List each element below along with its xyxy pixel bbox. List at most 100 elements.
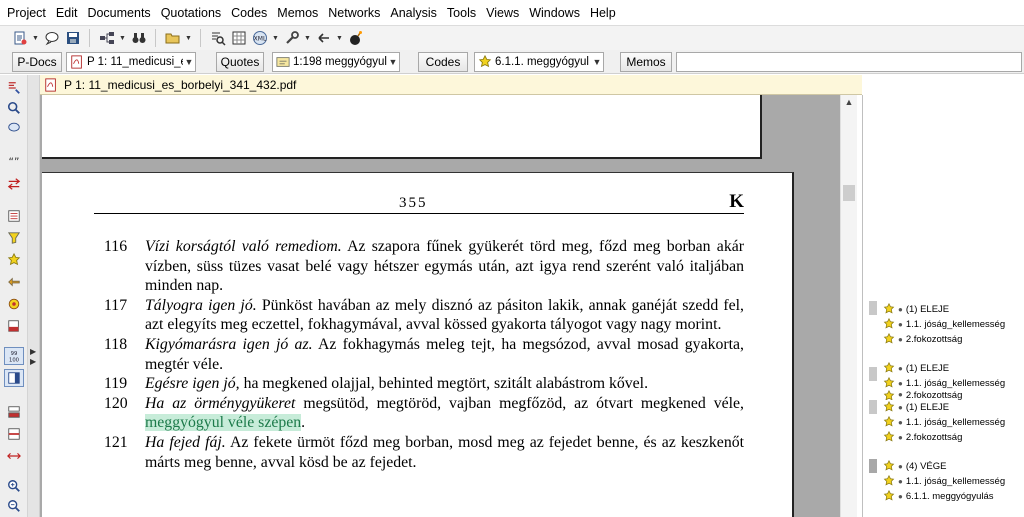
quotation-bracket[interactable] [869,400,877,414]
quotation-bracket[interactable] [869,459,877,473]
quotation-bracket[interactable] [869,367,877,381]
memo-dot-icon: ● [898,334,903,344]
margin-code[interactable]: ● (4) VÉGE [883,459,947,473]
comment-icon[interactable] [4,119,24,137]
code-list-icon[interactable] [4,207,24,225]
pdoc-selector[interactable]: P 1: 11_medicusi_e ▼ [66,52,196,72]
spread-icon[interactable] [4,447,24,465]
margin-area[interactable]: ● (1) ELEJE ● 1.1. jóság_kellemesség ● 2.fo… [862,95,1024,517]
margin-code-label: 2.fokozottság [905,333,963,345]
zoom-out-icon[interactable] [4,497,24,515]
layout-icon[interactable] [4,425,24,443]
arrows-icon[interactable] [4,175,24,193]
code-by-list-icon[interactable] [4,251,24,269]
menu-memos[interactable]: Memos [272,0,323,26]
line-numbers-icon[interactable]: 99 100 [4,347,24,365]
codes-button[interactable]: Codes [418,52,468,72]
back-arrow-icon[interactable] [314,29,333,48]
chevron-down-icon[interactable]: ▼ [184,29,193,48]
chevron-down-icon[interactable]: ▼ [118,29,127,48]
chevron-down-icon[interactable]: ▼ [31,29,40,48]
chevron-down-icon[interactable]: ▼ [303,29,312,48]
menu-analysis[interactable]: Analysis [385,0,442,26]
pdf-page[interactable]: 355 K 116 Vízi korságtól való remediom. A… [42,172,794,517]
menu-documents[interactable]: Documents [82,0,155,26]
page-letter: K [729,191,744,212]
chevron-down-icon[interactable]: ▼ [271,29,280,48]
menu-help[interactable]: Help [585,0,621,26]
margin-code-label: (1) ELEJE [905,303,950,315]
bomb-icon[interactable] [346,29,365,48]
quick-code-icon[interactable] [4,295,24,313]
expand-arrow-icon[interactable]: ▶ [30,347,36,356]
entry-number: 118 [104,335,128,353]
margin-code[interactable]: ● (1) ELEJE [883,361,949,375]
menu-tools[interactable]: Tools [442,0,481,26]
comment-icon[interactable] [42,29,61,48]
scroll-thumb[interactable] [843,185,855,201]
memos-button[interactable]: Memos [620,52,672,72]
scroll-up-icon[interactable]: ▲ [841,97,857,107]
margin-toggle-icon[interactable] [4,369,24,387]
query-tool-icon[interactable] [208,29,227,48]
zoom-icon[interactable] [4,99,24,117]
menu-project[interactable]: Project [2,0,51,26]
margin-code[interactable]: ● 1.1. jóság_kellemesség [883,474,1005,488]
expand-arrow-icon[interactable]: ▶ [30,357,36,366]
menu-windows[interactable]: Windows [524,0,585,26]
page-text[interactable]: 116 Vízi korságtól való remediom. Az szap… [104,237,744,472]
save-icon[interactable] [63,29,82,48]
memo-dot-icon: ● [898,319,903,329]
entry: 119 Egésre igen jó, ha megkened olajjal, … [104,374,744,394]
menu-networks[interactable]: Networks [323,0,385,26]
vertical-scrollbar[interactable]: ▲ [840,95,857,517]
memo-selector[interactable] [676,52,1022,72]
memo-dot-icon: ● [898,417,903,427]
code-cooccurrence-icon[interactable] [229,29,248,48]
chevron-down-icon[interactable]: ▼ [591,57,603,67]
menu-codes[interactable]: Codes [226,0,272,26]
menu-views[interactable]: Views [481,0,524,26]
margin-code[interactable]: ● 1.1. jóság_kellemesség [883,376,1005,390]
margin-code[interactable]: ● 2.fokozottság [883,332,962,346]
zoom-in-icon[interactable] [4,477,24,495]
quote-selector[interactable]: 1:198 meggyógyul ▼ [272,52,400,72]
binoculars-icon[interactable] [129,29,148,48]
document-tab[interactable]: P 1: 11_medicusi_es_borbelyi_341_432.pdf [40,75,862,95]
quote-selected: 1:198 meggyógyul [293,56,387,68]
chevron-down-icon[interactable]: ▼ [335,29,344,48]
split-view-icon[interactable] [4,403,24,421]
xml-icon[interactable]: XML [250,29,269,48]
code-filter-icon[interactable] [4,229,24,247]
margin-code[interactable]: ● 1.1. jóság_kellemesség [883,415,1005,429]
chevron-down-icon[interactable]: ▼ [387,57,399,67]
margin-code[interactable]: ● 6.1.1. meggyógyulás [883,489,994,503]
menu-edit[interactable]: Edit [51,0,83,26]
wrench-icon[interactable] [282,29,301,48]
panel-splitter[interactable]: ▶ ▶ [28,75,40,517]
new-document-icon[interactable] [10,29,29,48]
margin-code[interactable]: ● 1.1. jóság_kellemesség [883,317,1005,331]
margin-code[interactable]: ● (1) ELEJE [883,302,949,316]
quote-marks-icon[interactable]: “” [4,153,24,171]
code-star-icon [883,430,895,443]
quote-tool-icon[interactable] [4,79,24,97]
chevron-down-icon[interactable]: ▼ [183,57,195,67]
open-folder-icon[interactable] [163,29,182,48]
memo-tool-icon[interactable] [4,317,24,335]
code-selector[interactable]: 6.1.1. meggyógyul ▼ [474,52,604,72]
page-number: 355 [399,195,428,211]
menu-quotations[interactable]: Quotations [156,0,226,26]
quotation-bracket[interactable] [869,301,877,315]
hierarchy-icon[interactable] [97,29,116,48]
highlighted-quotation[interactable]: meggyógyul véle szépen [145,414,302,432]
pdocs-button[interactable]: P-Docs [12,52,62,72]
code-in-vivo-icon[interactable] [4,273,24,291]
entry: 117 Tályogra igen jó. Pünköst havában az … [104,296,744,335]
margin-code[interactable]: ● 2.fokozottság [883,430,962,444]
document-viewer[interactable]: 355 K 116 Vízi korságtól való remediom. A… [40,95,840,517]
margin-code-label: 6.1.1. meggyógyulás [905,490,994,502]
margin-code[interactable]: ● (1) ELEJE [883,400,949,414]
margin-code[interactable]: ● 2.fokozottság [883,390,962,400]
quotes-button[interactable]: Quotes [216,52,264,72]
